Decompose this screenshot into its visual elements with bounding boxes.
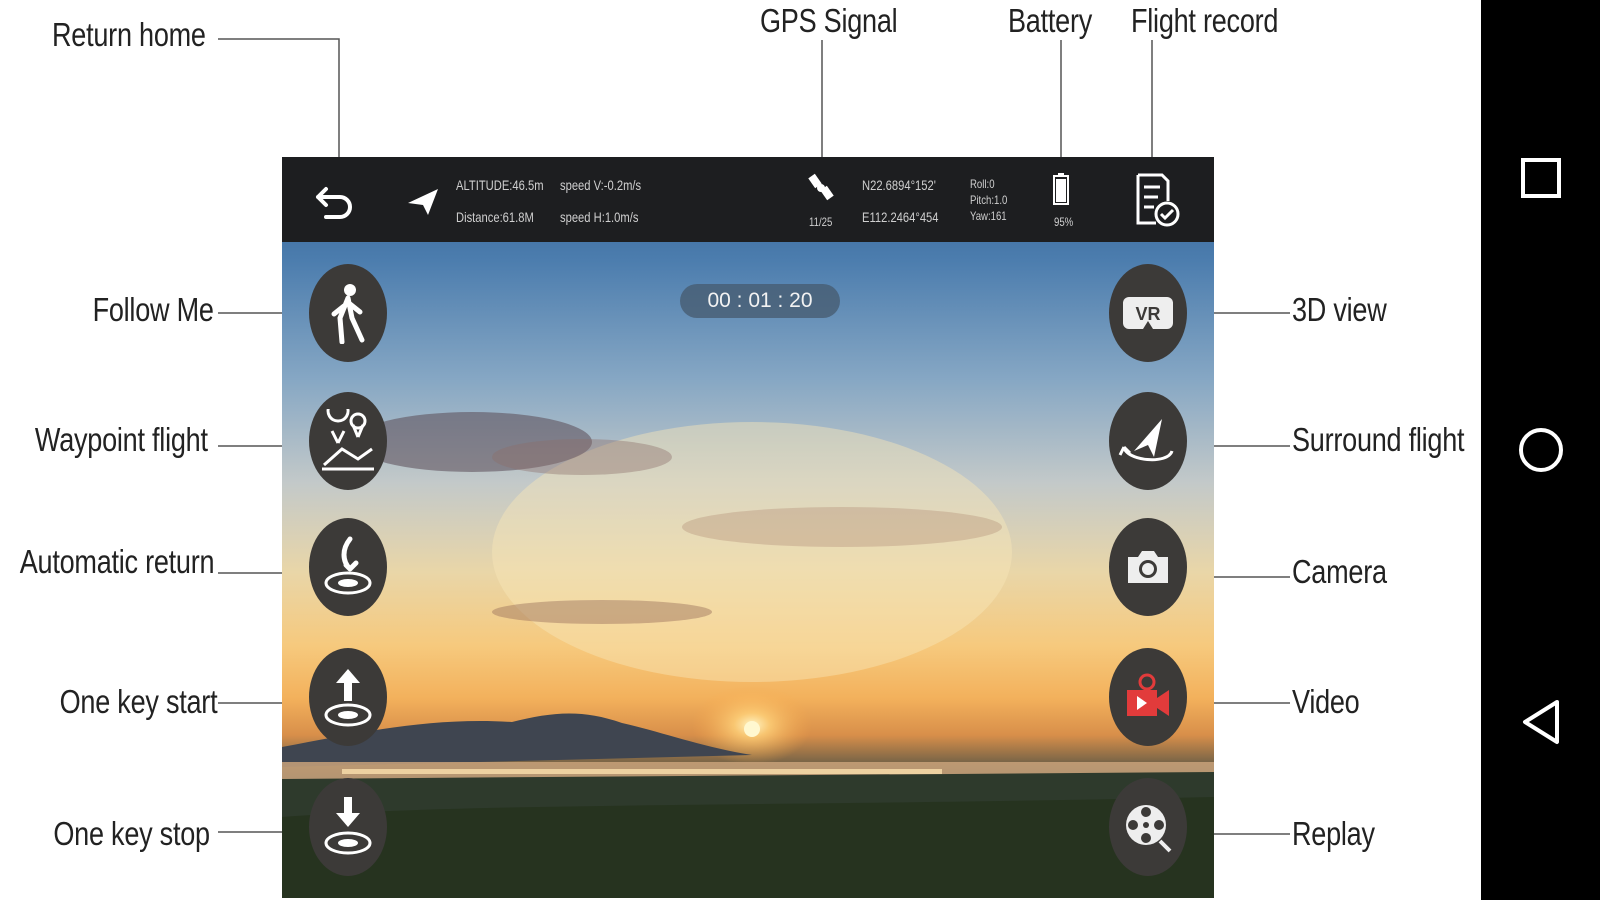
telemetry-bar: ALTITUDE:46.5m speed V:-0.2m/s Distance:… (282, 157, 1214, 242)
label-3d-view: 3D view (1292, 291, 1387, 328)
svg-text:VR: VR (1135, 304, 1160, 324)
label-waypoint-flight: Waypoint flight (35, 421, 208, 458)
one-key-start-button[interactable] (309, 648, 387, 746)
map-pin-icon (322, 409, 374, 471)
app-screen: ALTITUDE:46.5m speed V:-0.2m/s Distance:… (282, 157, 1214, 898)
return-home-button[interactable] (312, 181, 356, 225)
distance-readout: Distance:61.8M (456, 209, 534, 225)
label-battery: Battery (1008, 2, 1093, 39)
back-button[interactable] (1501, 682, 1581, 762)
square-icon (1521, 158, 1561, 198)
flight-record-button[interactable] (1134, 171, 1180, 229)
satellite-count: 11/25 (809, 215, 833, 229)
pitch-readout: Pitch:1.0 (970, 193, 1008, 207)
vr-goggles-icon: VR (1123, 297, 1173, 329)
roll-readout: Roll:0 (970, 177, 995, 191)
latitude-readout: N22.6894°152' (862, 177, 936, 193)
paper-plane-icon (408, 189, 438, 215)
label-video: Video (1292, 683, 1360, 720)
battery-icon (1053, 173, 1069, 205)
vertical-speed-readout: speed V:-0.2m/s (560, 177, 642, 193)
orbit-plane-icon (1118, 419, 1174, 462)
sky-landscape-background (282, 412, 1214, 898)
camera-icon (1128, 551, 1168, 583)
video-camera-icon (1127, 673, 1169, 716)
document-check-icon (1136, 173, 1180, 227)
3d-view-button[interactable]: VR (1109, 264, 1187, 362)
label-return-home: Return home (52, 16, 206, 53)
takeoff-arrow-icon (324, 669, 372, 727)
label-one-key-stop: One key stop (53, 815, 211, 852)
camera-button[interactable] (1109, 518, 1187, 616)
satellite-icon (808, 173, 834, 201)
waypoint-flight-button[interactable] (309, 392, 387, 490)
horizontal-speed-readout: speed H:1.0m/s (560, 209, 639, 225)
film-reel-icon (1126, 805, 1172, 853)
label-replay: Replay (1292, 815, 1375, 852)
home-button[interactable] (1501, 410, 1581, 490)
label-camera: Camera (1292, 553, 1387, 590)
longitude-readout: E112.2464°454 (862, 209, 939, 225)
label-surround-flight: Surround flight (1292, 421, 1465, 458)
label-follow-me: Follow Me (92, 291, 214, 328)
landing-arrow-icon (324, 536, 372, 595)
battery-level: 95% (1054, 215, 1074, 229)
one-key-stop-button[interactable] (309, 778, 387, 876)
label-automatic-return: Automatic return (19, 543, 214, 580)
label-gps-signal: GPS Signal (760, 2, 898, 39)
automatic-return-button[interactable] (309, 518, 387, 616)
recents-button[interactable] (1501, 138, 1581, 218)
return-arrow-icon (316, 187, 352, 219)
circle-icon (1519, 428, 1563, 472)
replay-button[interactable] (1109, 778, 1187, 876)
video-button[interactable] (1109, 648, 1187, 746)
label-flight-record: Flight record (1131, 2, 1279, 39)
altitude-readout: ALTITUDE:46.5m (456, 177, 544, 193)
follow-me-button[interactable] (309, 264, 387, 362)
yaw-readout: Yaw:161 (970, 209, 1007, 223)
landing-arrow-icon (324, 797, 372, 855)
flight-timer: 00 : 01 : 20 (680, 284, 840, 318)
android-nav-bar (1481, 0, 1600, 900)
walking-person-icon (331, 284, 365, 344)
label-one-key-start: One key start (59, 683, 217, 720)
triangle-back-icon (1523, 700, 1559, 744)
surround-flight-button[interactable] (1109, 392, 1187, 490)
